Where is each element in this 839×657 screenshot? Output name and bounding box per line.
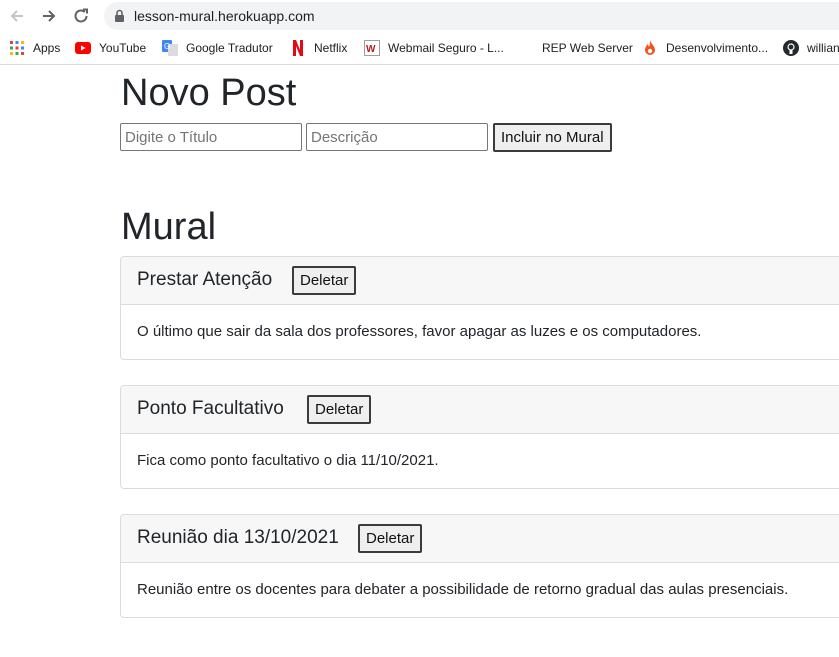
bookmark-github[interactable]: willian [783, 38, 839, 58]
delete-button[interactable]: Deletar [307, 395, 372, 424]
address-bar[interactable]: lesson-mural.herokuapp.com [104, 2, 839, 30]
browser-toolbar: lesson-mural.herokuapp.com [0, 0, 839, 32]
bookmark-label: YouTube [99, 41, 147, 55]
youtube-icon [75, 40, 91, 56]
post-title: Ponto Facultativo [137, 398, 284, 419]
url-text: lesson-mural.herokuapp.com [134, 8, 315, 24]
bookmark-label: Netflix [314, 41, 348, 55]
arrow-right-icon [43, 10, 56, 22]
post-card: Prestar Atenção Deletar O último que sai… [120, 256, 839, 360]
bookmark-label: willian [807, 41, 839, 55]
delete-button[interactable]: Deletar [358, 524, 423, 553]
arrow-left-icon [10, 10, 23, 22]
bookmark-apps[interactable]: Apps [9, 38, 60, 58]
title-input[interactable] [120, 123, 302, 151]
bookmark-webmail[interactable]: W Webmail Seguro - L... [364, 38, 504, 58]
netflix-icon [290, 40, 306, 56]
forward-button[interactable] [38, 5, 60, 27]
delete-button[interactable]: Deletar [292, 266, 357, 295]
lock-icon [114, 9, 126, 23]
description-input[interactable] [306, 123, 488, 151]
post-card: Ponto Facultativo Deletar Fica como pont… [120, 385, 839, 489]
back-button[interactable] [6, 5, 28, 27]
google-translate-icon: G [162, 40, 178, 56]
post-card-header: Ponto Facultativo Deletar [121, 386, 839, 434]
bookmark-label: Google Tradutor [186, 41, 273, 55]
post-card: Reunião dia 13/10/2021 Deletar Reunião e… [120, 514, 839, 618]
bookmark-rep-web-server[interactable]: REP Web Server [518, 38, 633, 58]
reload-button[interactable] [70, 5, 92, 27]
bookmark-netflix[interactable]: Netflix [290, 38, 347, 58]
bookmark-desenvolvimento[interactable]: Desenvolvimento... [642, 38, 768, 58]
new-post-heading: Novo Post [121, 72, 297, 114]
post-title: Reunião dia 13/10/2021 [137, 527, 339, 548]
bookmarks-bar: Apps YouTube G Google Tradutor Netflix W… [0, 32, 839, 65]
svg-text:G: G [164, 42, 170, 51]
webmail-icon: W [364, 40, 380, 56]
post-body: Reunião entre os docentes para debater a… [137, 581, 789, 598]
bookmark-label: REP Web Server [542, 41, 633, 55]
reload-icon [74, 8, 88, 23]
bookmark-label: Webmail Seguro - L... [388, 41, 504, 55]
add-to-mural-button[interactable]: Incluir no Mural [493, 123, 612, 152]
apps-grid-icon [9, 40, 25, 56]
mural-heading: Mural [121, 206, 217, 248]
blank-page-icon [518, 40, 534, 56]
post-card-header: Reunião dia 13/10/2021 Deletar [121, 515, 839, 563]
post-title: Prestar Atenção [137, 269, 273, 290]
bookmark-google-tradutor[interactable]: G Google Tradutor [162, 38, 273, 58]
bookmark-label: Desenvolvimento... [666, 41, 769, 55]
bookmark-label: Apps [33, 41, 61, 55]
post-body: O último que sair da sala dos professore… [137, 323, 702, 340]
flame-icon [642, 40, 658, 56]
post-body: Fica como ponto facultativo o dia 11/10/… [137, 452, 439, 469]
github-icon [783, 40, 799, 56]
post-card-header: Prestar Atenção Deletar [121, 257, 839, 305]
svg-text:W: W [366, 44, 376, 55]
bookmark-youtube[interactable]: YouTube [75, 38, 146, 58]
